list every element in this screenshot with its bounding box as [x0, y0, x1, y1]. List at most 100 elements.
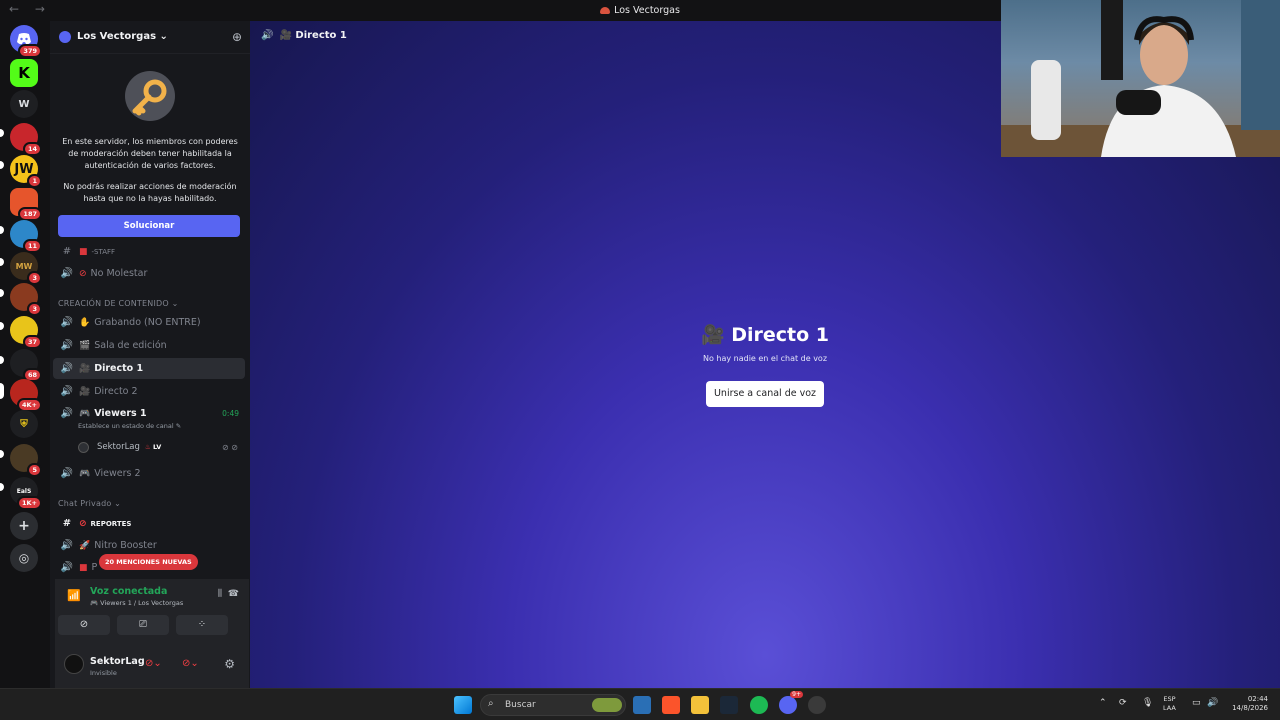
server-initial: K: [18, 64, 30, 82]
channel-label: Directo 1: [94, 363, 144, 374]
fire-icon: ♨: [144, 443, 151, 451]
screen-share-icon: ⎚: [139, 619, 147, 630]
channel-sala-edicion[interactable]: 🔊 🎬 Sala de edición: [53, 335, 245, 356]
voice-status[interactable]: Voz conectada: [90, 586, 167, 597]
channel-label: P: [91, 562, 98, 573]
empty-channel-text: No hay nadie en el chat de voz: [702, 354, 828, 363]
server-badge-icon: [59, 31, 71, 43]
live-badge-text: LV: [153, 443, 162, 451]
server-blue[interactable]: 11: [10, 220, 42, 253]
keyboard-layout: LAA: [1163, 704, 1176, 712]
camera-icon: 🎥: [700, 324, 732, 346]
channel-label: Directo 2: [94, 386, 138, 397]
server-orange[interactable]: 187: [10, 188, 42, 221]
add-server-icon[interactable]: +: [10, 512, 38, 540]
server-name[interactable]: Los Vectorgas ⌄: [77, 31, 168, 42]
mic-muted-icon[interactable]: ⊘⌄: [145, 658, 162, 669]
user-name[interactable]: SektorLag: [90, 656, 145, 667]
channel-grabando[interactable]: 🔊 ✋ Grabando (NO ENTRE): [53, 312, 245, 333]
channel-nitro-booster[interactable]: 🔊 🚀 Nitro Booster: [53, 535, 245, 556]
activities-button[interactable]: ⁘: [176, 615, 228, 635]
voice-channel-icon: 🔊: [60, 340, 74, 351]
mention-badge: 37: [22, 335, 42, 349]
camera-off-button[interactable]: ⊘: [58, 615, 110, 635]
muted-deafened-icon: ⊘ ⊘: [222, 442, 238, 452]
obs-icon[interactable]: [808, 696, 826, 714]
channel-viewers-2[interactable]: 🔊 🎮 Viewers 2: [53, 463, 245, 484]
channel-directo-2[interactable]: 🔊 🎥 Directo 2: [53, 381, 245, 402]
server-initial: W: [18, 98, 30, 110]
key-icon: [125, 71, 175, 121]
channel-viewers-1[interactable]: 🔊 🎮 Viewers 1 0:49: [53, 403, 245, 424]
voice-location-text: Viewers 1 / Los Vectorgas: [100, 599, 184, 607]
mention-badge: 11: [22, 239, 42, 253]
category-contenido[interactable]: CREACIÓN DE CONTENIDO ⌄: [58, 299, 179, 308]
noise-and-disconnect-icons[interactable]: ⫼ ☎: [218, 589, 239, 599]
mention-badge: 5: [27, 463, 42, 477]
spotify-icon[interactable]: [750, 696, 768, 714]
user-avatar[interactable]: [64, 654, 84, 674]
discover-icon[interactable]: ◎: [10, 544, 38, 572]
tray-overflow-icon[interactable]: ⌃: [1099, 698, 1107, 708]
voice-channel-title-text: Directo 1: [731, 324, 830, 346]
voice-channel-icon: 🔊: [60, 268, 74, 279]
channel-label: REPORTES: [90, 519, 132, 528]
steam-icon[interactable]: [720, 696, 738, 714]
channel-header: 🔊 🎥 Directo 1: [261, 30, 347, 41]
text-channel-icon: #: [62, 518, 72, 529]
voice-location[interactable]: 🎮 Viewers 1 / Los Vectorgas: [90, 599, 183, 607]
brave-browser-icon[interactable]: [662, 696, 680, 714]
language-indicator[interactable]: ESP LAA: [1163, 695, 1176, 713]
mention-badge: 1K+: [16, 496, 42, 510]
screen-share-button[interactable]: ⎚: [117, 615, 169, 635]
server-folder-2[interactable]: EalS 1K+: [10, 477, 42, 510]
server-folder[interactable]: 68: [10, 349, 42, 382]
server-current[interactable]: 4K+: [10, 379, 42, 412]
system-clock[interactable]: 02:44 14/8/2026: [1226, 695, 1268, 713]
start-menu-icon[interactable]: [454, 696, 472, 714]
voice-member[interactable]: SektorLag ♨ LV ⊘ ⊘: [78, 439, 243, 455]
settings-gear-icon[interactable]: ⚙: [224, 657, 235, 671]
voice-channel-title: 🎥 Directo 1: [250, 323, 1280, 346]
clock-date: 14/8/2026: [1232, 704, 1268, 712]
taskbar-search[interactable]: ⌕ Buscar: [480, 694, 626, 716]
server-brown[interactable]: 3: [10, 283, 42, 316]
server-kick[interactable]: K: [10, 59, 38, 87]
channel-no-molestar[interactable]: 🔊 ⊘ No Molestar: [53, 263, 245, 284]
discord-taskbar-icon[interactable]: 9+: [779, 691, 803, 714]
mention-badge: 187: [18, 207, 42, 221]
discord-app: ← → Los Vectorgas 379 K W 14 JW 1 187 11 …: [0, 0, 1280, 720]
join-voice-button[interactable]: Unirse a canal de voz: [706, 381, 824, 407]
task-view-icon[interactable]: [633, 696, 651, 714]
invite-people-icon[interactable]: ⊕: [232, 30, 242, 44]
live-badge: ♨ LV: [145, 443, 161, 451]
category-chat-privado[interactable]: Chat Privado ⌄: [58, 499, 121, 508]
set-channel-status[interactable]: Establece un estado de canal ✎: [78, 422, 181, 430]
server-red[interactable]: 14: [10, 123, 42, 156]
server-w[interactable]: W: [10, 90, 38, 118]
file-explorer-icon[interactable]: [691, 696, 709, 714]
server-yellow[interactable]: 37: [10, 316, 42, 349]
network-icon[interactable]: ▭: [1192, 698, 1201, 708]
volume-icon[interactable]: 🔊: [1207, 698, 1218, 708]
server-header[interactable]: Los Vectorgas ⌄ ⊕: [50, 21, 250, 54]
direct-messages-button[interactable]: 379: [10, 25, 42, 58]
channel-label: Viewers 2: [94, 468, 141, 479]
server-shield[interactable]: ⛨: [10, 410, 38, 438]
signal-icon[interactable]: 📶: [67, 589, 81, 602]
webcam-overlay: [1001, 0, 1280, 157]
microphone-icon[interactable]: 🎙: [1142, 698, 1153, 708]
server-mw[interactable]: MW 3: [10, 252, 42, 285]
server-dark[interactable]: 5: [10, 444, 42, 477]
deafened-icon[interactable]: ⊘⌄: [182, 658, 199, 669]
new-mentions-button[interactable]: 20 MENCIONES NUEVAS: [99, 554, 198, 570]
server-jw[interactable]: JW 1: [10, 155, 42, 188]
sync-icon[interactable]: ⟳: [1119, 698, 1127, 708]
search-icon: ⌕: [488, 698, 494, 709]
channel-reportes[interactable]: # ⊘ REPORTES: [53, 513, 245, 534]
fix-mfa-button[interactable]: Solucionar: [58, 215, 240, 237]
clapper-icon: 🎬: [79, 340, 91, 351]
channel-directo-1[interactable]: 🔊 🎥 Directo 1: [53, 358, 245, 379]
rocket-icon: 🚀: [79, 540, 91, 551]
channel-staff[interactable]: # ■ -STAFF: [53, 241, 245, 262]
